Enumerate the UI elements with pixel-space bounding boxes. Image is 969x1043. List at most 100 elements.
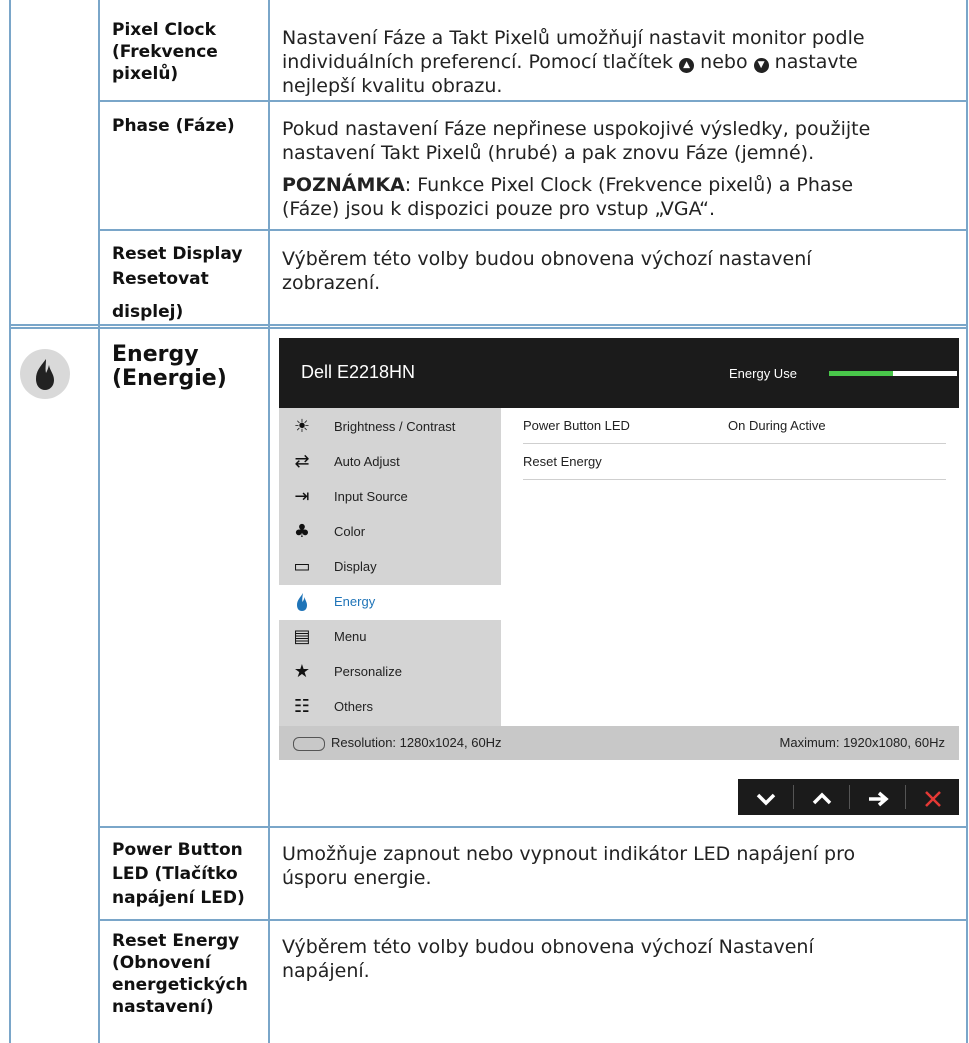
reset-display-label: Reset Display Resetovat displej)	[112, 242, 242, 325]
table-border-col1b	[98, 330, 100, 1043]
osd-title: Dell E2218HN	[301, 362, 416, 382]
label-line: (Obnovení	[112, 953, 211, 973]
down-button-icon: ▼	[753, 58, 769, 73]
desc-text: nebo	[700, 51, 748, 73]
energy-icon	[291, 592, 313, 612]
desc-line: Nastavení Fáze a Takt Pixelů umožňují na…	[282, 27, 865, 49]
arrow-right-icon[interactable]	[850, 779, 905, 815]
energy-label: Energy (Energie)	[112, 343, 227, 391]
osd-menu-item[interactable]: ⇥ Input Source	[279, 480, 501, 515]
chevron-down-icon[interactable]	[738, 779, 793, 815]
label-line: napájení LED)	[112, 888, 245, 908]
table-border-col2	[268, 0, 270, 330]
label-line: (Frekvence	[112, 42, 218, 62]
row-divider	[98, 100, 968, 102]
row-divider	[98, 826, 968, 828]
manual-page: Pixel Clock (Frekvence pixelů) Nastavení…	[0, 0, 969, 1043]
desc-text: nastavte	[774, 51, 858, 73]
osd-menu-label: Personalize	[334, 664, 402, 679]
osd-menu-label: Display	[334, 559, 377, 574]
display-icon: ▭	[293, 556, 311, 577]
star-icon: ★	[293, 661, 311, 682]
label-line: Power Button	[112, 840, 243, 860]
power-button-led-description: Umožňuje zapnout nebo vypnout indikátor …	[282, 842, 855, 890]
note-heading: POZNÁMKA	[282, 174, 405, 196]
osd-menu-label: Color	[334, 524, 366, 539]
label-line: displej)	[112, 302, 184, 322]
row-divider	[98, 919, 968, 921]
label-line: (Energie)	[112, 366, 227, 391]
reset-display-description: Výběrem této volby budou obnovena výchoz…	[282, 247, 812, 295]
osd-option-label: Reset Energy	[523, 454, 602, 469]
flame-icon	[36, 359, 54, 390]
label-line: pixelů)	[112, 64, 179, 84]
label-line: energetických	[112, 975, 248, 995]
osd-nav-buttons	[738, 779, 959, 815]
note: POZNÁMKA: Funkce Pixel Clock (Frekvence …	[282, 173, 870, 197]
osd-menu-label: Brightness / Contrast	[334, 419, 456, 434]
osd-menu-label: Auto Adjust	[334, 454, 400, 469]
desc-line: Výběrem této volby budou obnovena výchoz…	[282, 936, 814, 958]
label-line: Reset Energy	[112, 931, 240, 951]
table-border-right-c	[966, 828, 968, 1043]
desc-line: nejlepší kvalitu obrazu.	[282, 75, 503, 97]
osd-header: Dell E2218HN Energy Use	[279, 338, 959, 408]
menu-icon: ▤	[293, 626, 311, 647]
osd-menu: ☀ Brightness / Contrast ⇄ Auto Adjust ⇥ Input…	[279, 408, 501, 726]
desc-text: individuálních preferencí. Pomocí tlačít…	[282, 51, 674, 73]
table-border-right	[966, 0, 968, 330]
table-border-col1	[98, 0, 100, 330]
phase-label: Phase (Fáze)	[112, 116, 235, 136]
osd-option-row[interactable]: Reset Energy	[523, 444, 946, 480]
label-line: nastavení)	[112, 997, 214, 1017]
osd-option-value: On During Active	[728, 418, 826, 433]
phase-description: Pokud nastavení Fáze nepřinese uspokojiv…	[282, 117, 870, 221]
osd-menu-label: Input Source	[334, 489, 408, 504]
desc-line: individuálních preferencí. Pomocí tlačít…	[282, 50, 865, 74]
reset-energy-description: Výběrem této volby budou obnovena výchoz…	[282, 935, 814, 983]
energy-badge	[20, 349, 70, 399]
sun-icon: ☀	[293, 416, 311, 437]
close-icon[interactable]	[905, 779, 960, 815]
osd-status-bar: Resolution: 1280x1024, 60Hz Maximum: 192…	[279, 726, 959, 760]
osd-menu-item[interactable]: ☀ Brightness / Contrast	[279, 410, 501, 445]
desc-line: Pokud nastavení Fáze nepřinese uspokojiv…	[282, 118, 871, 140]
power-button-led-label: Power Button LED (Tlačítko napájení LED)	[112, 838, 245, 910]
energy-use-label: Energy Use	[729, 366, 797, 381]
osd-menu-label: Menu	[334, 629, 367, 644]
note-text: : Funkce Pixel Clock (Frekvence pixelů) …	[404, 174, 854, 196]
chevron-up-icon[interactable]	[794, 779, 849, 815]
up-button-icon: ▲	[679, 58, 695, 73]
osd-menu-item[interactable]: ☷ Others	[279, 690, 501, 725]
desc-line: úsporu energie.	[282, 867, 432, 889]
osd-menu-item[interactable]: ★ Personalize	[279, 655, 501, 690]
pixel-clock-description: Nastavení Fáze a Takt Pixelů umožňují na…	[282, 26, 865, 98]
energy-use-fill	[829, 371, 893, 376]
auto-adjust-icon: ⇄	[294, 451, 310, 472]
osd-option-label: Power Button LED	[523, 418, 630, 433]
label-line: Resetovat	[112, 269, 209, 289]
table-border-left	[9, 0, 11, 1043]
reset-energy-label: Reset Energy (Obnovení energetických nas…	[112, 930, 248, 1018]
energy-use-bar	[829, 371, 957, 376]
row-divider	[9, 327, 968, 329]
color-icon: ♣	[293, 521, 311, 542]
desc-line: napájení.	[282, 960, 370, 982]
osd-screenshot: Dell E2218HN Energy Use ☀ Brightness / Co…	[279, 338, 959, 815]
row-divider	[98, 229, 968, 231]
osd-menu-item[interactable]: ▭ Display	[279, 550, 501, 585]
status-resolution: Resolution: 1280x1024, 60Hz	[331, 735, 502, 750]
osd-menu-item[interactable]: ♣ Color	[279, 515, 501, 550]
osd-menu-item[interactable]: ▤ Menu	[279, 620, 501, 655]
osd-option-row[interactable]: Power Button LED On During Active	[523, 408, 946, 444]
others-icon: ☷	[293, 696, 311, 717]
desc-line: Výběrem této volby budou obnovena výchoz…	[282, 248, 812, 270]
osd-menu-label: Others	[334, 699, 374, 714]
osd-menu-item[interactable]: ⇄ Auto Adjust	[279, 445, 501, 480]
table-border-col2b	[268, 330, 270, 1043]
desc-line: zobrazení.	[282, 272, 381, 294]
desc-line: Umožňuje zapnout nebo vypnout indikátor …	[282, 843, 856, 865]
pixel-clock-label: Pixel Clock (Frekvence pixelů)	[112, 19, 218, 85]
osd-menu-item[interactable]: Energy	[279, 585, 501, 620]
status-maximum: Maximum: 1920x1080, 60Hz	[779, 735, 945, 750]
